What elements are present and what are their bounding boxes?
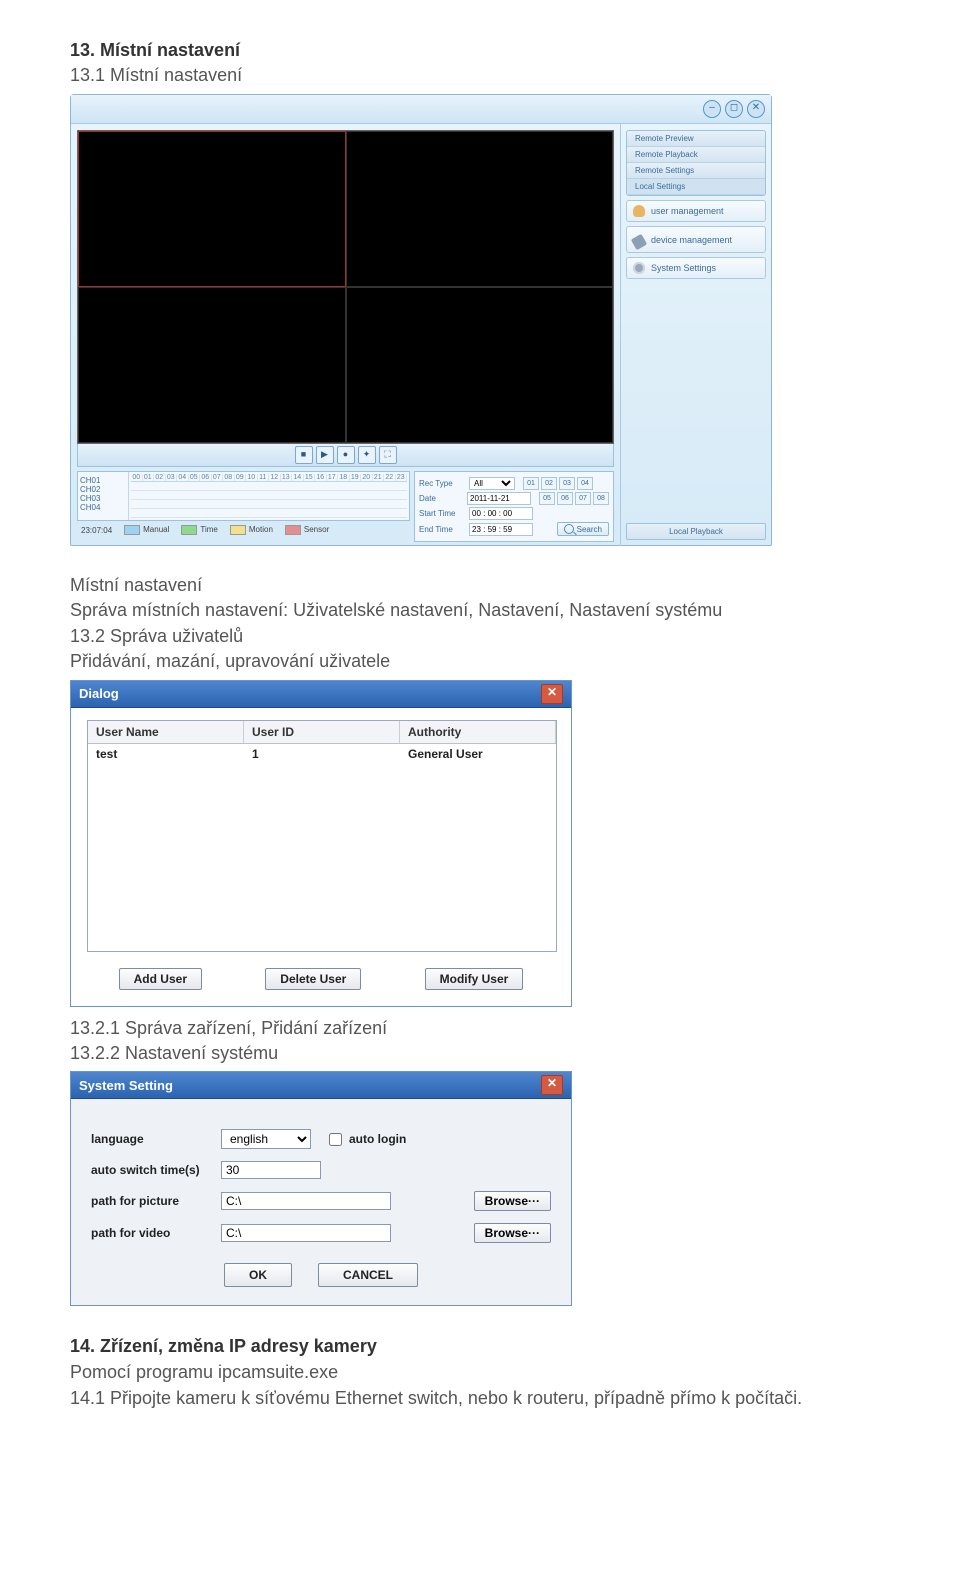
play-button[interactable]: ▶ (316, 446, 334, 464)
dialog-title: Dialog (79, 686, 119, 701)
screenshot-system-setting: System Setting ✕ language english auto l… (70, 1071, 572, 1306)
modify-user-button[interactable]: Modify User (425, 968, 524, 990)
heading-14: 14. Zřízení, změna IP adresy kamery (70, 1336, 890, 1357)
window-titlebar: – ◻ ✕ (71, 95, 771, 124)
heading-13-2-1: 13.2.1 Správa zařízení, Přidání zařízení (70, 1017, 890, 1040)
col-user-name: User Name (88, 721, 244, 743)
video-viewport[interactable] (77, 130, 614, 444)
ok-button[interactable]: OK (224, 1263, 292, 1287)
stop-button[interactable]: ■ (295, 446, 313, 464)
screenshot-cms-window: – ◻ ✕ ■ ▶ ● ✦ ⛶ CH01 CH02 (70, 94, 772, 546)
timeline-legend: 23:07:04 Manual Time Motion Sensor (77, 523, 410, 537)
user-management-button[interactable]: user management (626, 200, 766, 222)
end-time-input[interactable] (469, 523, 533, 536)
auto-switch-input[interactable] (221, 1161, 321, 1179)
language-select[interactable]: english (221, 1129, 311, 1149)
heading-13-1: 13.1 Místní nastavení (70, 65, 890, 86)
auto-login-label: auto login (349, 1132, 406, 1146)
text-14a: Pomocí programu ipcamsuite.exe (70, 1361, 890, 1384)
delete-user-button[interactable]: Delete User (265, 968, 361, 990)
maximize-icon[interactable]: ◻ (725, 100, 743, 118)
record-button[interactable]: ● (337, 446, 355, 464)
auto-login-checkbox[interactable] (329, 1133, 342, 1146)
dialog-title: System Setting (79, 1078, 173, 1093)
cancel-button[interactable]: CANCEL (318, 1263, 418, 1287)
video-path-input[interactable] (221, 1224, 391, 1242)
close-icon[interactable]: ✕ (747, 100, 765, 118)
wrench-icon (631, 234, 647, 250)
fullscreen-button[interactable]: ⛶ (379, 446, 397, 464)
sidebar-tab-group: Remote Preview Remote Playback Remote Se… (626, 130, 766, 196)
close-button[interactable]: ✕ (541, 1075, 563, 1095)
local-settings-desc: Správa místních nastavení: Uživatelské n… (70, 599, 890, 622)
timeline: CH01 CH02 CH03 CH04 00010203040506070809… (77, 471, 410, 521)
tab-remote-settings[interactable]: Remote Settings (627, 163, 765, 179)
dialog-titlebar: System Setting ✕ (71, 1072, 571, 1099)
browse-picture-button[interactable]: Browse··· (474, 1191, 551, 1211)
heading-13: 13. Místní nastavení (70, 40, 890, 61)
table-row[interactable]: test 1 General User (88, 744, 556, 764)
close-button[interactable]: ✕ (541, 684, 563, 704)
local-settings-title: Místní nastavení (70, 574, 890, 597)
add-user-button[interactable]: Add User (119, 968, 202, 990)
tab-local-settings[interactable]: Local Settings (627, 179, 765, 195)
gear-icon (633, 262, 645, 274)
timeline-hours: 0001020304050607080910111213141516171819… (131, 474, 407, 482)
local-playback-tab[interactable]: Local Playback (626, 523, 766, 540)
col-user-id: User ID (244, 721, 400, 743)
date-input[interactable] (467, 492, 531, 505)
tab-remote-playback[interactable]: Remote Playback (627, 147, 765, 163)
timeline-channel-list: CH01 CH02 CH03 CH04 (78, 472, 129, 520)
device-management-button[interactable]: device management (626, 226, 766, 253)
dialog-titlebar: Dialog ✕ (71, 681, 571, 708)
rec-type-select[interactable]: All (469, 477, 515, 490)
browse-video-button[interactable]: Browse··· (474, 1223, 551, 1243)
playback-toolbar: ■ ▶ ● ✦ ⛶ (77, 444, 614, 467)
clock-time: 23:07:04 (81, 526, 112, 535)
heading-13-2-2: 13.2.2 Nastavení systému (70, 1042, 890, 1065)
heading-14-1: 14.1 Připojte kameru k síťovému Ethernet… (70, 1387, 890, 1410)
start-time-input[interactable] (469, 507, 533, 520)
screenshot-user-dialog: Dialog ✕ User Name User ID Authority tes… (70, 680, 572, 1007)
picture-path-input[interactable] (221, 1192, 391, 1210)
heading-13-2-desc: Přidávání, mazání, upravování uživatele (70, 650, 890, 673)
search-button[interactable]: Search (557, 522, 609, 536)
auto-switch-label: auto switch time(s) (91, 1163, 221, 1177)
minimize-icon[interactable]: – (703, 100, 721, 118)
sidebar: Remote Preview Remote Playback Remote Se… (620, 124, 771, 546)
tab-remote-preview[interactable]: Remote Preview (627, 131, 765, 147)
snapshot-button[interactable]: ✦ (358, 446, 376, 464)
heading-13-2: 13.2 Správa uživatelů (70, 625, 890, 648)
user-table: User Name User ID Authority test 1 Gener… (87, 720, 557, 952)
search-icon (564, 524, 574, 534)
user-icon (633, 205, 645, 217)
system-settings-button[interactable]: System Settings (626, 257, 766, 279)
search-panel: Rec Type All 01020304 Date 05060708 Star… (414, 471, 614, 542)
video-path-label: path for video (91, 1226, 221, 1240)
col-authority: Authority (400, 721, 556, 743)
picture-path-label: path for picture (91, 1194, 221, 1208)
language-label: language (91, 1132, 221, 1146)
